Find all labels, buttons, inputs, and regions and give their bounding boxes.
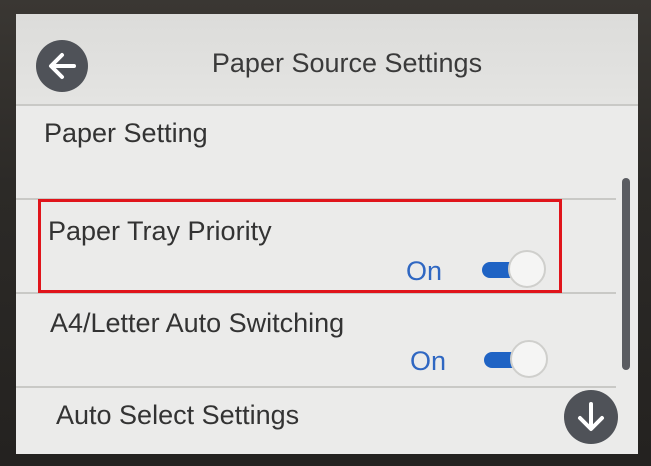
toggle-value-label: On [406,256,443,286]
scrollbar-thumb[interactable] [622,178,630,370]
list-item-a4-letter-auto-switching[interactable]: A4/Letter Auto Switching On [16,294,616,388]
list-item-label: Auto Select Settings [56,400,300,430]
list-item-auto-select-settings[interactable]: Auto Select Settings [16,388,616,454]
page-title: Paper Source Settings [211,48,483,78]
paper-tray-priority-toggle[interactable] [478,250,548,290]
header: Paper Source Settings [16,14,638,106]
arrow-down-icon [578,402,604,431]
toggle-knob [508,250,546,288]
scroll-down-button[interactable] [564,390,618,444]
list-item-label: A4/Letter Auto Switching [50,308,345,338]
list-item-label: Paper Setting [44,118,208,148]
toggle-knob [510,340,548,378]
touch-screen: Paper Source Settings Paper Setting Pape… [16,14,638,454]
list-item-paper-tray-priority[interactable]: Paper Tray Priority On [16,200,616,294]
list-item-label: Paper Tray Priority [48,216,272,246]
a4-letter-auto-switching-toggle[interactable] [480,340,550,380]
list-item-paper-setting[interactable]: Paper Setting [16,106,616,200]
toggle-value-label: On [410,346,447,376]
scrollbar[interactable] [622,106,632,406]
